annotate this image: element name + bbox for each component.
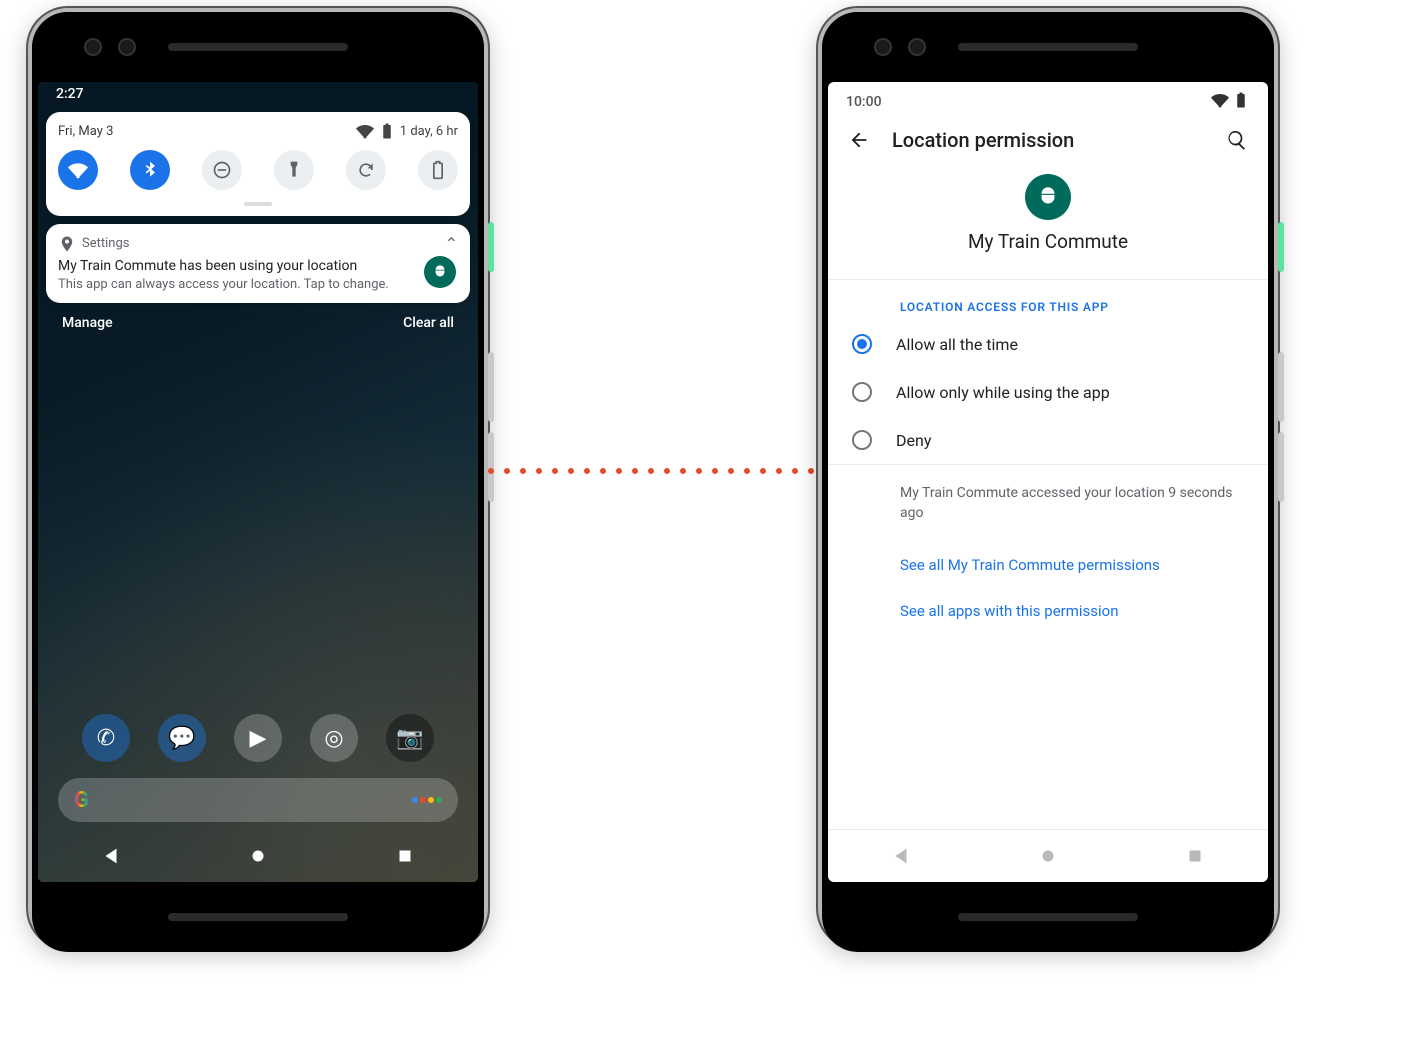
clear-all-button[interactable]: Clear all <box>403 315 454 331</box>
stage: 2:27 Fri, May 3 1 day, 6 hr <box>0 0 1418 1062</box>
qs-status: 1 day, 6 hr <box>356 122 458 140</box>
phone-right: 10:00 Location permission My Train Commu… <box>818 8 1278 948</box>
dock: ✆ 💬 ▶ ◎ 📷 <box>38 714 478 762</box>
radio-icon <box>852 382 872 402</box>
rotate-icon <box>356 160 376 180</box>
phone-left: 2:27 Fri, May 3 1 day, 6 hr <box>28 8 488 948</box>
phone-app-icon[interactable]: ✆ <box>82 714 130 762</box>
screen-left: 2:27 Fri, May 3 1 day, 6 hr <box>38 82 478 882</box>
permission-option-label: Deny <box>896 431 931 450</box>
battery-icon <box>1232 91 1250 109</box>
permission-option-label: Allow only while using the app <box>896 383 1110 402</box>
wifi-icon <box>356 122 374 140</box>
location-icon <box>58 235 76 253</box>
radio-icon <box>852 334 872 354</box>
bezel-bottom <box>32 882 484 952</box>
play-store-icon[interactable]: ▶ <box>234 714 282 762</box>
radio-icon <box>852 430 872 450</box>
notification-shade[interactable]: Fri, May 3 1 day, 6 hr Settings <box>46 112 470 303</box>
nav-back-icon[interactable] <box>100 845 122 867</box>
access-info: My Train Commute accessed your location … <box>828 465 1268 542</box>
status-time: 10:00 <box>846 94 882 110</box>
qs-battery-label: 1 day, 6 hr <box>400 124 458 139</box>
qs-rotate-toggle[interactable] <box>346 150 386 190</box>
shade-actions: Manage Clear all <box>38 303 478 343</box>
battery-icon <box>428 160 448 180</box>
chrome-icon[interactable]: ◎ <box>310 714 358 762</box>
notification-card[interactable]: Settings ⌃ My Train Commute has been usi… <box>46 224 470 303</box>
google-logo: G <box>74 788 89 813</box>
navigation-bar <box>828 830 1268 882</box>
quick-settings-card: Fri, May 3 1 day, 6 hr <box>46 112 470 216</box>
volume-down-button <box>1278 432 1284 502</box>
permission-options: Allow all the time Allow only while using… <box>828 320 1268 464</box>
search-bar[interactable]: G <box>58 778 458 822</box>
status-bar: 10:00 <box>828 82 1268 116</box>
bluetooth-icon <box>140 160 160 180</box>
qs-battery-toggle[interactable] <box>418 150 458 190</box>
qs-flashlight-toggle[interactable] <box>274 150 314 190</box>
volume-up-button <box>1278 352 1284 422</box>
app-icon <box>424 256 456 288</box>
permission-option-0[interactable]: Allow all the time <box>828 320 1268 368</box>
app-name: My Train Commute <box>828 230 1268 253</box>
qs-expand-handle[interactable] <box>244 202 272 206</box>
bezel-bottom <box>822 882 1274 952</box>
permission-option-label: Allow all the time <box>896 335 1018 354</box>
notification-title: My Train Commute has been using your loc… <box>58 257 458 276</box>
qs-toggles <box>58 148 458 196</box>
nav-back-icon[interactable] <box>890 845 912 867</box>
qs-wifi-toggle[interactable] <box>58 150 98 190</box>
nav-home-icon[interactable] <box>247 845 269 867</box>
see-app-permissions-link[interactable]: See all My Train Commute permissions <box>828 542 1268 588</box>
qs-date: Fri, May 3 <box>58 124 113 139</box>
notification-subtitle: This app can always access your location… <box>58 276 458 294</box>
notification-source: Settings <box>82 236 129 251</box>
chevron-up-icon[interactable]: ⌃ <box>445 234 458 253</box>
app-hero: My Train Commute <box>828 156 1268 279</box>
settings-header: Location permission <box>828 116 1268 156</box>
app-icon <box>1025 174 1071 220</box>
wifi-icon <box>1211 91 1229 109</box>
nav-recents-icon[interactable] <box>394 845 416 867</box>
nav-recents-icon[interactable] <box>1184 845 1206 867</box>
permission-option-1[interactable]: Allow only while using the app <box>828 368 1268 416</box>
camera-icon[interactable]: 📷 <box>386 714 434 762</box>
status-bar: 2:27 <box>38 82 478 112</box>
qs-dnd-toggle[interactable] <box>202 150 242 190</box>
nav-home-icon[interactable] <box>1037 845 1059 867</box>
volume-up-button <box>488 352 494 422</box>
navigation-bar <box>38 830 478 882</box>
section-label: LOCATION ACCESS FOR THIS APP <box>828 280 1268 320</box>
qs-bluetooth-toggle[interactable] <box>130 150 170 190</box>
dnd-icon <box>212 160 232 180</box>
status-time: 2:27 <box>56 86 84 102</box>
messages-app-icon[interactable]: 💬 <box>158 714 206 762</box>
search-icon[interactable] <box>1226 129 1248 151</box>
permission-option-2[interactable]: Deny <box>828 416 1268 464</box>
screen-right: 10:00 Location permission My Train Commu… <box>828 82 1268 882</box>
battery-icon <box>378 122 396 140</box>
flashlight-icon <box>284 160 304 180</box>
power-button <box>1278 222 1284 272</box>
bezel-top <box>32 12 484 82</box>
page-title: Location permission <box>892 128 1204 152</box>
android-icon <box>431 263 449 281</box>
back-icon[interactable] <box>848 129 870 151</box>
bezel-top <box>822 12 1274 82</box>
android-icon <box>1035 184 1061 210</box>
status-icons <box>1211 91 1250 113</box>
see-all-apps-link[interactable]: See all apps with this permission <box>828 588 1268 634</box>
assistant-icon[interactable] <box>412 797 442 803</box>
power-button <box>488 222 494 272</box>
wifi-icon <box>68 160 88 180</box>
manage-button[interactable]: Manage <box>62 315 113 331</box>
